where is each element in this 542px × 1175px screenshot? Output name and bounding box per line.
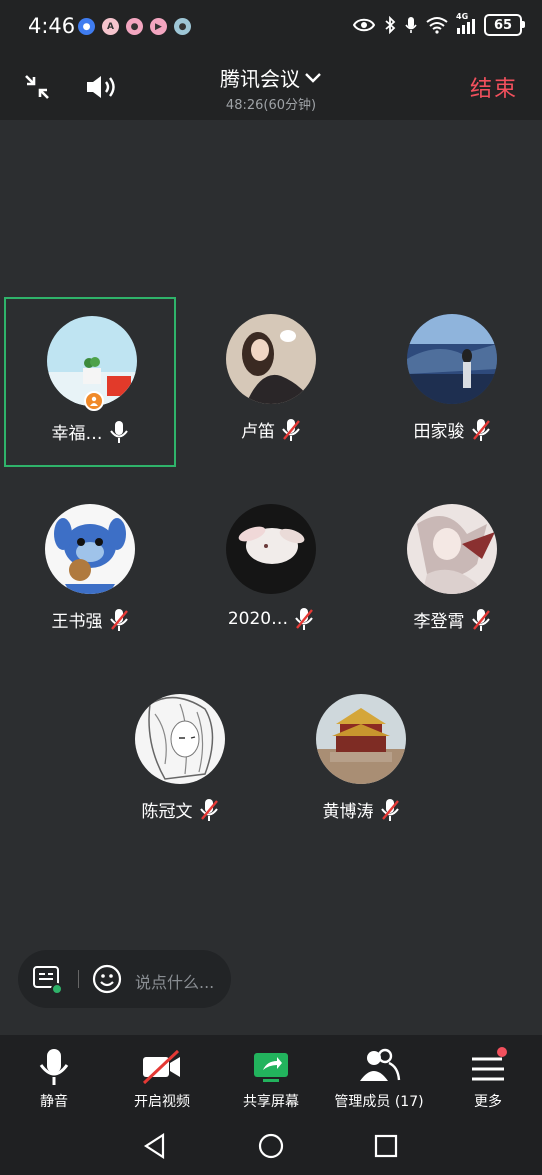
status-time: 4:46 [28, 14, 76, 38]
microphone-muted-icon [471, 608, 490, 631]
microphone-icon [39, 1049, 69, 1085]
host-badge [84, 391, 104, 411]
status-bar: 4:46 ● A ● ▶ ● 4G 65 [0, 0, 542, 55]
microphone-icon [109, 420, 128, 443]
divider [78, 970, 79, 988]
share-screen-label: 共享屏幕 [243, 1094, 299, 1110]
meeting-title-text: 腾讯会议 [220, 67, 300, 91]
participant-tile[interactable]: 黄博涛 [275, 677, 447, 847]
participant-tile[interactable]: 田家骏 [366, 297, 538, 467]
avatar [226, 314, 316, 404]
meeting-duration: 48:26(60分钟) [225, 98, 317, 113]
start-video-button[interactable]: 开启视频 [108, 1035, 216, 1115]
microphone-status-icon [405, 17, 417, 33]
system-nav-bar [0, 1115, 542, 1175]
emoji-icon[interactable] [92, 964, 122, 994]
participant-tile[interactable]: 卢笛 [185, 297, 357, 467]
recents-square-icon [374, 1134, 398, 1158]
menu-icon [472, 1047, 507, 1081]
meeting-toolbar: 静音 开启视频 共享屏幕 管理成员 (17) 更多 [0, 1035, 542, 1115]
avatar [135, 694, 225, 784]
participant-name: 幸福… [51, 424, 103, 444]
microphone-muted-icon [282, 418, 300, 441]
end-meeting-button[interactable]: 结束 [470, 71, 518, 103]
more-button[interactable]: 更多 [434, 1035, 542, 1115]
avatar [407, 314, 497, 404]
video-camera-off-icon [142, 1049, 180, 1085]
meeting-title[interactable]: 腾讯会议 [220, 63, 322, 92]
participant-tile[interactable]: 幸福… [4, 297, 176, 467]
avatar [407, 504, 497, 594]
back-triangle-icon [143, 1133, 165, 1159]
battery-indicator: 65 [484, 14, 525, 36]
microphone-muted-icon [471, 418, 490, 441]
network-type: 4G [456, 12, 469, 21]
participant-name: 卢笛 [241, 422, 275, 442]
manage-members-label: 管理成员 (17) [334, 1094, 424, 1110]
app-notification-icon: ● [174, 18, 191, 35]
recents-button[interactable] [371, 1131, 401, 1161]
chat-placeholder[interactable]: 说点什么... [135, 969, 214, 993]
meeting-header: 腾讯会议 48:26(60分钟) 结束 [0, 55, 542, 120]
person-icon [90, 396, 98, 406]
members-icon [360, 1048, 401, 1081]
mute-label: 静音 [40, 1094, 68, 1110]
avatar [316, 694, 406, 784]
avatar [226, 504, 316, 594]
signal-icon: 4G [456, 12, 475, 34]
app-notification-icon: A [102, 18, 119, 35]
participant-name: 2020… [227, 609, 289, 629]
participant-tile[interactable]: 王书强 [4, 487, 176, 657]
manage-members-button[interactable]: 管理成员 (17) [325, 1035, 433, 1115]
start-video-label: 开启视频 [134, 1094, 190, 1110]
home-circle-icon [258, 1133, 284, 1159]
participant-tile[interactable]: 李登霄 [366, 487, 538, 657]
back-button[interactable] [140, 1131, 170, 1161]
wifi-icon [426, 17, 448, 34]
chat-input-bar[interactable]: 说点什么... [18, 950, 231, 1008]
mute-button[interactable]: 静音 [0, 1035, 108, 1115]
chat-list-icon[interactable] [32, 965, 64, 995]
share-screen-icon [254, 1053, 288, 1082]
participant-name: 李登霄 [413, 612, 465, 632]
app-notification-icon: ● [126, 18, 143, 35]
participant-name: 黄博涛 [322, 802, 374, 822]
participant-tile[interactable]: 陈冠文 [94, 677, 266, 847]
chevron-down-icon [305, 72, 321, 83]
home-button[interactable] [256, 1131, 286, 1161]
microphone-muted-icon [380, 798, 399, 821]
notification-icons: ● A ● ▶ ● [78, 18, 191, 35]
participant-name: 田家骏 [413, 422, 465, 442]
microphone-muted-icon [199, 798, 218, 821]
more-label: 更多 [474, 1094, 502, 1110]
microphone-muted-icon [295, 608, 314, 630]
participant-name: 王书强 [51, 612, 103, 632]
participant-name: 陈冠文 [141, 802, 193, 822]
app-notification-icon: ▶ [150, 18, 167, 35]
eye-icon [353, 18, 375, 32]
microphone-muted-icon [109, 608, 128, 631]
avatar [45, 504, 135, 594]
app-notification-icon: ● [78, 18, 95, 35]
participant-tile[interactable]: 2020… [185, 487, 357, 657]
share-screen-button[interactable]: 共享屏幕 [217, 1035, 325, 1115]
bluetooth-icon [385, 16, 396, 34]
